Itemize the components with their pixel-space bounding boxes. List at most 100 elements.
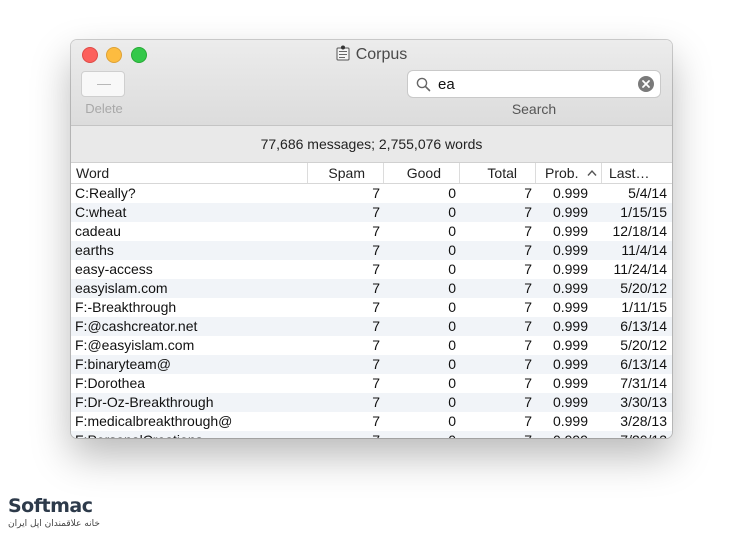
cell-good: 0: [448, 280, 456, 296]
cell-total: 7: [524, 185, 532, 201]
cell-good: 0: [448, 223, 456, 239]
window-title: Corpus: [355, 46, 408, 63]
cell-prob: 0.999: [552, 337, 588, 353]
cell-total: 7: [524, 242, 532, 258]
cell-prob: 0.999: [552, 413, 588, 429]
cell-last: 1/15/15: [620, 204, 667, 220]
cell-total: 7: [524, 413, 532, 429]
table-body: C:Really? 7 0 7 0.999 5/4/14 C:wheat 7 0 7 0.999 1/…: [71, 184, 672, 438]
table-row[interactable]: F:binaryteam@ 7 0 7 0.999 6/13/14: [71, 355, 672, 374]
table-row[interactable]: easyislam.com 7 0 7 0.999 5/20/12: [71, 279, 672, 298]
words-table: Word Spam Good Total Prob. Last… C:Reall…: [71, 163, 672, 438]
corpus-summary: 77,686 messages; 2,755,076 words: [71, 126, 672, 163]
search-icon: [416, 77, 431, 92]
cell-last: 3/28/13: [620, 413, 667, 429]
table-header: Word Spam Good Total Prob. Last…: [71, 163, 672, 184]
column-header-total[interactable]: Total: [460, 163, 536, 183]
clear-search-icon[interactable]: [638, 76, 654, 92]
cell-good: 0: [448, 375, 456, 391]
cell-good: 0: [448, 413, 456, 429]
cell-spam: 7: [372, 280, 380, 296]
cell-spam: 7: [372, 242, 380, 258]
table-row[interactable]: easy-access 7 0 7 0.999 11/24/14: [71, 260, 672, 279]
cell-spam: 7: [372, 185, 380, 201]
window-title-bar: Corpus: [71, 45, 672, 65]
corpus-window: Corpus Delete Search 77,686 messages; 2,…: [71, 40, 672, 438]
cell-last: 3/30/13: [620, 394, 667, 410]
cell-total: 7: [524, 223, 532, 239]
cell-good: 0: [448, 242, 456, 258]
table-row[interactable]: F:Dorothea 7 0 7 0.999 7/31/14: [71, 374, 672, 393]
cell-total: 7: [524, 299, 532, 315]
cell-total: 7: [524, 261, 532, 277]
search-field[interactable]: [407, 70, 661, 98]
watermark-brand: Softmac: [8, 495, 93, 517]
table-row[interactable]: F:@cashcreator.net 7 0 7 0.999 6/13/14: [71, 317, 672, 336]
table-row[interactable]: F:medicalbreakthrough@ 7 0 7 0.999 3/28/13: [71, 412, 672, 431]
table-row[interactable]: cadeau 7 0 7 0.999 12/18/14: [71, 222, 672, 241]
toolbar: Corpus Delete Search: [71, 40, 672, 126]
table-row[interactable]: F:@easyislam.com 7 0 7 0.999 5/20/12: [71, 336, 672, 355]
cell-spam: 7: [372, 356, 380, 372]
cell-last: 11/24/14: [613, 261, 667, 277]
cell-prob: 0.999: [552, 375, 588, 391]
cell-prob: 0.999: [536, 431, 588, 438]
cell-last: 11/4/14: [621, 242, 667, 258]
cell-good: 0: [448, 299, 456, 315]
watermark-logo: Softmac خانه علاقمندان اپل ایران: [8, 496, 128, 536]
cell-good: 0: [448, 318, 456, 334]
cell-spam: 7: [372, 299, 380, 315]
table-row[interactable]: earths 7 0 7 0.999 11/4/14: [71, 241, 672, 260]
minus-icon: [97, 84, 111, 85]
cell-prob: 0.999: [552, 242, 588, 258]
watermark-subtitle: خانه علاقمندان اپل ایران: [8, 519, 100, 529]
cell-good: 0: [384, 431, 456, 438]
search-label: Search: [511, 101, 557, 117]
app-icon: [336, 45, 350, 61]
cell-good: 0: [448, 204, 456, 220]
cell-spam: 7: [372, 394, 380, 410]
table-row[interactable]: F:-Breakthrough 7 0 7 0.999 1/11/15: [71, 298, 672, 317]
column-header-spam[interactable]: Spam: [308, 163, 384, 183]
cell-spam: 7: [372, 204, 380, 220]
table-row[interactable]: F:Dr-Oz-Breakthrough 7 0 7 0.999 3/30/13: [71, 393, 672, 412]
column-header-good[interactable]: Good: [384, 163, 460, 183]
cell-last: 5/20/12: [620, 337, 667, 353]
cell-prob: 0.999: [552, 185, 588, 201]
delete-button[interactable]: [81, 71, 125, 97]
delete-label: Delete: [85, 101, 123, 116]
cell-spam: 7: [372, 375, 380, 391]
cell-last: 1/11/15: [621, 299, 667, 315]
cell-spam: 7: [372, 413, 380, 429]
table-row[interactable]: C:wheat 7 0 7 0.999 1/15/15: [71, 203, 672, 222]
cell-spam: 7: [372, 318, 380, 334]
cell-prob: 0.999: [552, 261, 588, 277]
table-row[interactable]: F:PersonalCreations7070.9997/20/13: [71, 431, 672, 438]
cell-total: 7: [524, 280, 532, 296]
cell-total: 7: [524, 394, 532, 410]
cell-spam: 7: [372, 261, 380, 277]
column-header-prob[interactable]: Prob.: [536, 163, 602, 183]
search-input[interactable]: [438, 74, 628, 94]
cell-last: 7/20/13: [594, 431, 667, 438]
table-row[interactable]: C:Really? 7 0 7 0.999 5/4/14: [71, 184, 672, 203]
sort-ascending-icon: [587, 169, 597, 176]
cell-spam: 7: [372, 337, 380, 353]
cell-good: 0: [448, 394, 456, 410]
cell-total: 7: [524, 337, 532, 353]
cell-last: 6/13/14: [620, 356, 667, 372]
column-header-last[interactable]: Last…: [602, 163, 672, 183]
cell-good: 0: [448, 261, 456, 277]
cell-last: 6/13/14: [620, 318, 667, 334]
cell-last: 12/18/14: [612, 223, 668, 239]
column-header-word[interactable]: Word: [71, 163, 308, 183]
cell-prob: 0.999: [552, 318, 588, 334]
cell-good: 0: [448, 337, 456, 353]
cell-prob: 0.999: [552, 299, 588, 315]
cell-prob: 0.999: [552, 223, 588, 239]
cell-total: 7: [524, 375, 532, 391]
cell-last: 5/4/14: [628, 185, 667, 201]
cell-spam: 7: [372, 223, 380, 239]
cell-spam: 7: [307, 431, 380, 438]
cell-prob: 0.999: [552, 394, 588, 410]
